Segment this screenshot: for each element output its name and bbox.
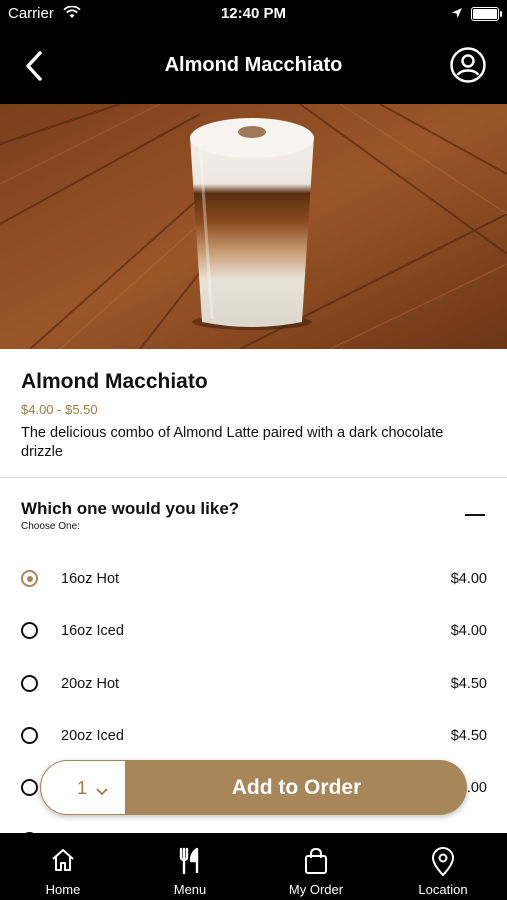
location-arrow-icon: [451, 6, 463, 23]
tab-label: Menu: [173, 882, 207, 897]
option-question: Which one would you like?: [21, 499, 240, 518]
product-name: Almond Macchiato: [21, 370, 208, 393]
price-range: $4.00 - $5.50: [21, 402, 98, 417]
product-description: The delicious combo of Almond Latte pair…: [21, 425, 444, 460]
collapse-icon[interactable]: [465, 514, 485, 516]
chevron-down-icon: [96, 783, 108, 801]
tab-bar: Home Menu My Order Location: [0, 833, 507, 900]
radio-icon[interactable]: [21, 779, 38, 796]
tab-label: My Order: [288, 882, 344, 897]
bag-icon: [305, 847, 327, 874]
option-row[interactable]: 20oz Hot $4.50: [0, 661, 507, 713]
tab-my-order[interactable]: My Order: [253, 833, 379, 900]
home-icon: [52, 849, 74, 871]
option-label: 20oz Iced: [61, 728, 124, 744]
option-price: $4.00: [450, 571, 487, 587]
fork-knife-icon: [179, 847, 199, 875]
user-icon: [450, 47, 486, 83]
tab-label: Home: [45, 882, 81, 897]
radio-selected-icon[interactable]: [21, 570, 38, 587]
option-price: $4.50: [450, 728, 487, 744]
option-row[interactable]: 20oz Iced $4.50: [0, 713, 507, 765]
option-row[interactable]: 16oz Iced $4.00: [0, 608, 507, 660]
page-title: Almond Macchiato: [164, 54, 343, 76]
product-image: [0, 104, 507, 349]
option-label: 16oz Iced: [61, 623, 124, 639]
radio-icon[interactable]: [21, 622, 38, 639]
tab-home[interactable]: Home: [0, 833, 126, 900]
option-label: 16oz Hot: [61, 571, 120, 587]
clock: 12:40 PM: [220, 5, 287, 22]
quantity-selector[interactable]: 1: [40, 760, 126, 815]
tab-menu[interactable]: Menu: [127, 833, 253, 900]
profile-button[interactable]: [449, 46, 487, 84]
option-hint: Choose One:: [21, 521, 80, 532]
battery-icon: [471, 7, 502, 21]
quantity-value: 1: [77, 778, 88, 798]
option-price: $4.50: [450, 676, 487, 692]
option-row[interactable]: 16oz Hot $4.00: [0, 556, 507, 608]
product-info: Almond Macchiato $4.00 - $5.50 The delic…: [0, 349, 507, 478]
radio-icon[interactable]: [21, 727, 38, 744]
nav-bar: Almond Macchiato: [0, 28, 507, 104]
status-bar: Carrier 12:40 PM: [0, 0, 507, 28]
tab-label: Location: [418, 882, 468, 897]
add-to-order-button[interactable]: Add to Order: [126, 760, 467, 815]
option-price: $4.00: [450, 623, 487, 639]
option-label: 20oz Hot: [61, 676, 120, 692]
radio-icon[interactable]: [21, 675, 38, 692]
tab-location[interactable]: Location: [380, 833, 506, 900]
add-to-order-bar: 1 Add to Order: [40, 760, 467, 815]
location-pin-icon: [431, 847, 455, 877]
